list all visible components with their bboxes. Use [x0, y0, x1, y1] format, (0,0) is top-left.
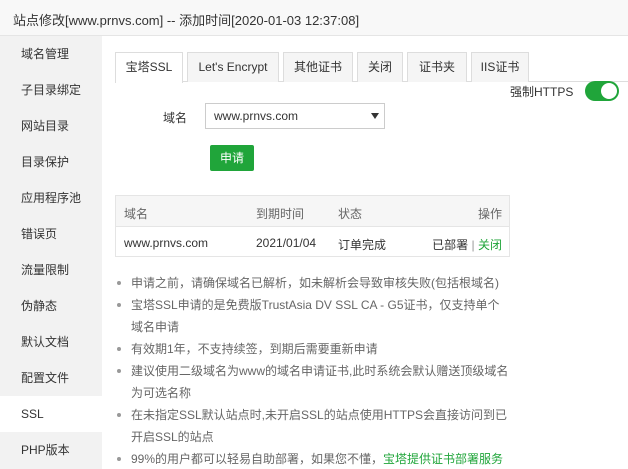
list-item: 99%的用户都可以轻易自助部署，如果您不懂，宝塔提供证书部署服务50元一次 [115, 448, 510, 469]
row-actions: 已部署 | 关闭 [432, 236, 502, 253]
sidebar-item-config-file[interactable]: 配置文件 [0, 360, 102, 396]
note-text: 建议使用二级域名为www的域名申请证书,此时系统会默认赠送顶级域名为可选名称 [131, 364, 509, 400]
sidebar-item-error-page[interactable]: 错误页 [0, 216, 102, 252]
sidebar-item-domain-management[interactable]: 域名管理 [0, 36, 102, 72]
sidebar-item-directory-protection[interactable]: 目录保护 [0, 144, 102, 180]
tab-other-certs[interactable]: 其他证书 [283, 52, 353, 82]
sidebar-item-traffic-limit[interactable]: 流量限制 [0, 252, 102, 288]
sidebar-item-default-doc[interactable]: 默认文档 [0, 324, 102, 360]
note-text: 宝塔SSL申请的是免费版TrustAsia DV SSL CA - G5证书，仅… [131, 298, 500, 334]
sidebar-item-site-directory[interactable]: 网站目录 [0, 108, 102, 144]
row-domain: www.prnvs.com [124, 236, 209, 250]
sidebar-item-ssl[interactable]: SSL [0, 396, 102, 432]
window-title: 站点修改[www.prnvs.com] -- 添加时间[2020-01-03 1… [13, 13, 360, 28]
row-expiry: 2021/01/04 [256, 236, 317, 250]
bullet-icon [117, 369, 121, 373]
toggle-knob [601, 83, 617, 99]
row-status: 订单完成 [338, 238, 387, 252]
sidebar-item-php-version[interactable]: PHP版本 [0, 432, 102, 468]
bullet-icon [117, 413, 121, 417]
header-status: 状态 [338, 207, 363, 221]
bullet-icon [117, 281, 121, 285]
domain-label: 域名 [163, 111, 188, 125]
sidebar: 域名管理 子目录绑定 网站目录 目录保护 应用程序池 错误页 流量限制 伪静态 … [0, 36, 102, 469]
header-actions: 操作 [477, 207, 502, 221]
action-separator: | [471, 238, 475, 252]
tab-lets-encrypt[interactable]: Let's Encrypt [187, 52, 279, 82]
tab-cert-folder[interactable]: 证书夹 [407, 52, 467, 82]
sidebar-item-subdirectory-binding[interactable]: 子目录绑定 [0, 72, 102, 108]
bullet-icon [117, 347, 121, 351]
sidebar-item-app-pool[interactable]: 应用程序池 [0, 180, 102, 216]
bullet-icon [117, 457, 121, 461]
note-text: 99%的用户都可以轻易自助部署，如果您不懂， [131, 452, 384, 466]
caret-down-icon [371, 113, 379, 119]
list-item: 建议使用二级域名为www的域名申请证书,此时系统会默认赠送顶级域名为可选名称 [115, 360, 510, 404]
tab-iis-cert[interactable]: IIS证书 [471, 52, 529, 82]
domain-select[interactable]: www.prnvs.com [205, 103, 385, 129]
tab-baota-ssl[interactable]: 宝塔SSL [115, 52, 183, 83]
cert-table: 域名 到期时间 状态 操作 www.prnvs.com 2021/01/04 订… [115, 195, 510, 257]
force-https-toggle[interactable] [585, 81, 619, 101]
note-text: 有效期1年，不支持续签，到期后需要重新申请 [131, 342, 378, 356]
window-titlebar: 站点修改[www.prnvs.com] -- 添加时间[2020-01-03 1… [0, 0, 628, 36]
force-https-label: 强制HTTPS [510, 85, 574, 99]
note-text: 申请之前，请确保域名已解析，如未解析会导致审核失败(包括根域名) [131, 276, 499, 290]
domain-select-value: www.prnvs.com [214, 109, 299, 123]
apply-button[interactable]: 申请 [210, 145, 254, 171]
table-row: www.prnvs.com 2021/01/04 订单完成 已部署 | 关闭 [116, 227, 509, 257]
tab-close[interactable]: 关闭 [357, 52, 403, 82]
list-item: 申请之前，请确保域名已解析，如未解析会导致审核失败(包括根域名) [115, 272, 510, 294]
sidebar-item-rewrite[interactable]: 伪静态 [0, 288, 102, 324]
list-item: 有效期1年，不支持续签，到期后需要重新申请 [115, 338, 510, 360]
ssl-notes: 申请之前，请确保域名已解析，如未解析会导致审核失败(包括根域名) 宝塔SSL申请… [115, 272, 510, 469]
header-domain: 域名 [124, 207, 149, 221]
close-ssl-link[interactable]: 关闭 [478, 238, 502, 252]
list-item: 宝塔SSL申请的是免费版TrustAsia DV SSL CA - G5证书，仅… [115, 294, 510, 338]
header-expiry: 到期时间 [256, 207, 305, 221]
deployed-label: 已部署 [432, 238, 469, 252]
cert-table-header: 域名 到期时间 状态 操作 [116, 196, 509, 227]
note-text: 在未指定SSL默认站点时,未开启SSL的站点使用HTTPS会直接访问到已开启SS… [131, 408, 508, 444]
list-item: 在未指定SSL默认站点时,未开启SSL的站点使用HTTPS会直接访问到已开启SS… [115, 404, 510, 448]
bullet-icon [117, 303, 121, 307]
